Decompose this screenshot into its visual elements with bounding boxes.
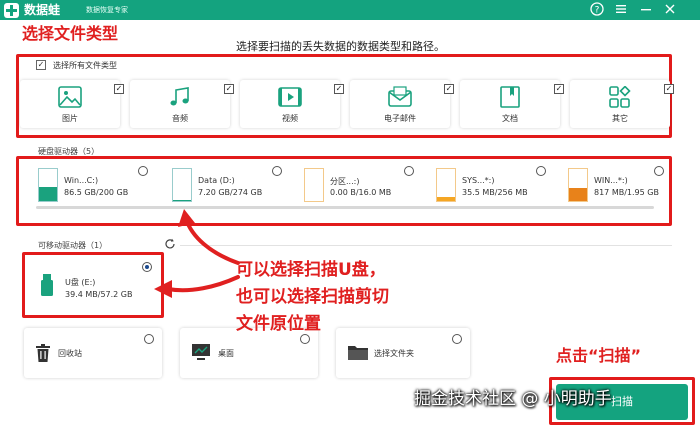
- audio-checkbox[interactable]: ✓: [224, 84, 234, 94]
- annotation-click-scan: 点击“扫描”: [556, 346, 642, 365]
- divider: [180, 245, 672, 246]
- drive-radio[interactable]: [272, 166, 282, 176]
- drives-scrollbar[interactable]: [36, 206, 654, 209]
- file-type-label: 视频: [282, 114, 298, 123]
- app-subtitle: 数据恢复专家: [86, 6, 128, 14]
- removable-drives-label: 可移动驱动器（1）: [38, 241, 108, 250]
- location-label: 选择文件夹: [374, 349, 414, 358]
- annotation-usb-line3: 文件原位置: [236, 314, 321, 334]
- drive-size: 35.5 MB/256 MB: [462, 188, 528, 197]
- folder-icon: [348, 346, 368, 360]
- select-all-label: 选择所有文件类型: [53, 61, 117, 70]
- watermark: 掘金技术社区 @ 小明助手: [414, 389, 612, 409]
- file-type-label: 文档: [502, 114, 518, 123]
- location-label: 桌面: [218, 349, 234, 358]
- drive-usage-bar: [568, 168, 588, 202]
- drive-name: 分区...:): [330, 177, 360, 186]
- file-type-image[interactable]: ✓ 图片: [20, 80, 124, 128]
- menu-icon[interactable]: [613, 2, 629, 18]
- image-icon: [58, 86, 82, 108]
- email-icon: [388, 86, 412, 107]
- document-icon: [500, 86, 520, 108]
- image-checkbox[interactable]: ✓: [114, 84, 124, 94]
- drive-radio[interactable]: [654, 166, 664, 176]
- annotation-usb-line2: 也可以选择扫描剪切: [236, 287, 389, 307]
- select-all-checkbox[interactable]: ✓: [36, 60, 46, 70]
- location-recycle-bin[interactable]: 回收站: [24, 328, 162, 378]
- music-icon: [170, 87, 189, 106]
- file-type-label: 图片: [62, 114, 78, 123]
- usb-drive-name: U盘 (E:): [65, 278, 96, 287]
- app-name: 数据蛙: [24, 3, 61, 17]
- drive-name: Data (D:): [198, 176, 235, 185]
- drive-usage-bar: [436, 168, 456, 202]
- drive-usage-bar: [38, 168, 58, 202]
- location-radio[interactable]: [144, 334, 154, 344]
- recycle-bin-icon: [36, 344, 50, 362]
- drive-radio[interactable]: [536, 166, 546, 176]
- help-icon[interactable]: ?: [589, 2, 605, 18]
- video-checkbox[interactable]: ✓: [334, 84, 344, 94]
- drive-name: WIN...*:): [594, 176, 628, 185]
- file-type-document[interactable]: ✓ 文档: [460, 80, 564, 128]
- location-radio[interactable]: [452, 334, 462, 344]
- usb-drive-size: 39.4 MB/57.2 GB: [65, 290, 133, 299]
- annotation-usb-line1: 可以选择扫描U盘，: [236, 260, 386, 280]
- file-type-label: 音频: [172, 114, 188, 123]
- instruction-text: 选择要扫描的丢失数据的数据类型和路径。: [236, 40, 445, 53]
- file-type-label: 电子邮件: [384, 114, 416, 123]
- drive-size: 817 MB/1.95 GB: [594, 188, 659, 197]
- drive-name: SYS...*:): [462, 176, 495, 185]
- location-choose-folder[interactable]: 选择文件夹: [336, 328, 470, 378]
- minimize-icon[interactable]: [638, 2, 654, 18]
- usb-drive-card[interactable]: U盘 (E:) 39.4 MB/57.2 GB: [30, 258, 156, 312]
- drive-name: Win...C:): [64, 176, 99, 185]
- drive-size: 0.00 B/16.0 MB: [330, 188, 392, 197]
- close-icon[interactable]: [662, 2, 678, 18]
- other-icon: [609, 86, 631, 108]
- file-type-video[interactable]: ✓ 视频: [240, 80, 344, 128]
- file-type-label: 其它: [612, 114, 628, 123]
- other-checkbox[interactable]: ✓: [664, 84, 674, 94]
- drive-usage-bar: [172, 168, 192, 202]
- file-type-heading: 选择文件类型: [22, 24, 119, 43]
- email-checkbox[interactable]: ✓: [444, 84, 454, 94]
- video-icon: [278, 87, 302, 107]
- drive-radio[interactable]: [138, 166, 148, 176]
- document-checkbox[interactable]: ✓: [554, 84, 564, 94]
- file-type-email[interactable]: ✓ 电子邮件: [350, 80, 454, 128]
- file-type-audio[interactable]: ✓ 音频: [130, 80, 234, 128]
- app-logo-icon: [4, 3, 19, 18]
- drive-size: 7.20 GB/274 GB: [198, 188, 263, 197]
- usb-drive-icon: [41, 274, 53, 296]
- drive-size: 86.5 GB/200 GB: [64, 188, 129, 197]
- svg-text:?: ?: [595, 6, 600, 16]
- title-bar: 数据蛙 数据恢复专家 ?: [0, 0, 700, 20]
- desktop-icon: [192, 344, 210, 360]
- annotation-arrows: [154, 209, 240, 298]
- drive-usage-bar: [304, 168, 324, 202]
- location-label: 回收站: [58, 349, 82, 358]
- drive-radio[interactable]: [404, 166, 414, 176]
- file-type-other[interactable]: ✓ 其它: [570, 80, 674, 128]
